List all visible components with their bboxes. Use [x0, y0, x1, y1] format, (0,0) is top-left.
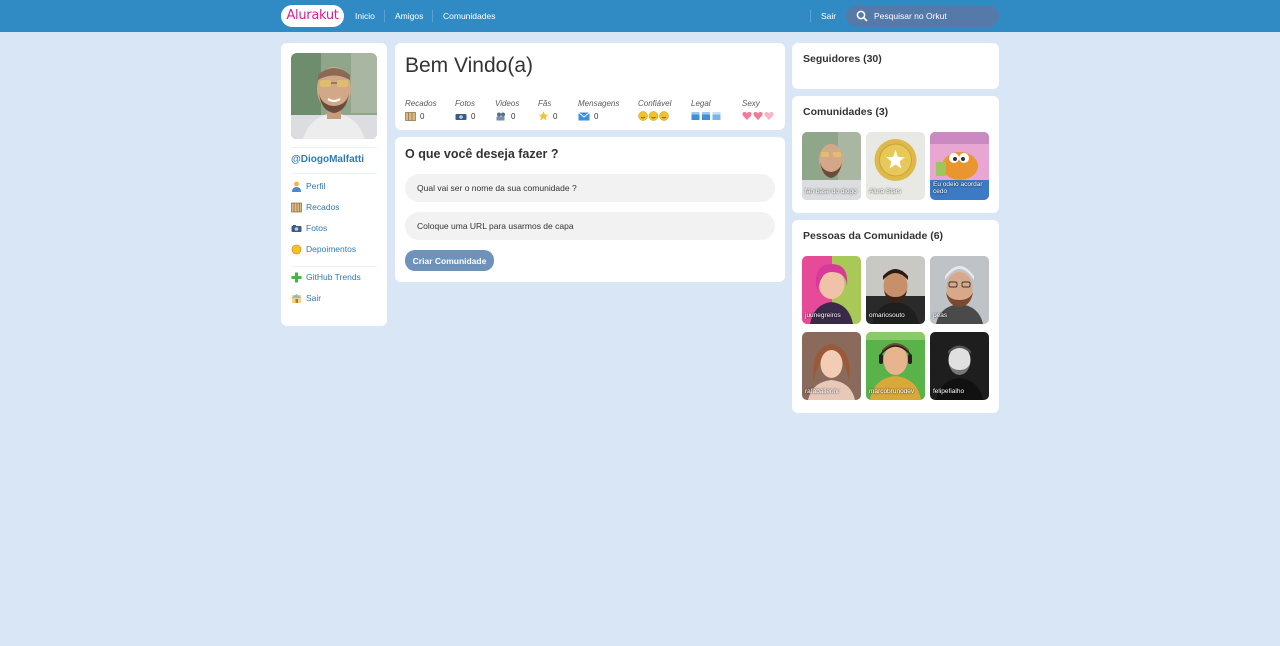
- stat-legal: Legal: [691, 99, 722, 121]
- search-icon: [856, 10, 868, 22]
- stat-label: Videos: [495, 99, 520, 108]
- community-name: fan base do diogo: [805, 188, 857, 195]
- camera-icon: [291, 223, 302, 234]
- logout-link[interactable]: Sair: [821, 0, 836, 32]
- top-bar: Alurakut Inicio Amigos Comunidades Sair …: [0, 0, 1280, 32]
- person-name: juunegreiros: [805, 312, 841, 319]
- user-icon: [291, 181, 302, 192]
- search-input[interactable]: Pesquisar no Orkut: [874, 5, 947, 27]
- person-card[interactable]: rafaballerini: [802, 332, 861, 400]
- sidebar-item-label: Sair: [306, 293, 322, 303]
- stat-videos: Videos 0: [495, 99, 519, 121]
- community-image-url-input[interactable]: [405, 212, 775, 240]
- stat-label: Confiável: [638, 99, 672, 108]
- star-icon: [538, 111, 549, 121]
- communities-title: Comunidades (3): [803, 106, 889, 118]
- person-card[interactable]: omariosouto: [866, 256, 925, 324]
- stat-value: 0: [511, 111, 516, 121]
- profile-sidebar: @DiogoMalfatti Perfil Recados Fotos Depo…: [281, 43, 387, 326]
- create-community-box: O que você deseja fazer ? Criar Comunida…: [395, 137, 785, 282]
- divider: [291, 147, 377, 148]
- stat-label: Sexy: [742, 99, 760, 108]
- stat-mensagens: Mensagens 0: [578, 99, 619, 121]
- search-bar[interactable]: Pesquisar no Orkut: [846, 5, 999, 27]
- community-name-input[interactable]: [405, 174, 775, 202]
- followers-box: Seguidores (30): [792, 43, 999, 89]
- community-name: Eu odeio acordar cedo: [933, 181, 983, 195]
- stat-sexy: Sexy: [742, 99, 775, 121]
- person-name: rafaballerini: [805, 388, 839, 395]
- followers-title: Seguidores (30): [803, 53, 882, 65]
- divider: [291, 173, 377, 174]
- stat-value: 0: [553, 111, 558, 121]
- book-icon: [405, 111, 416, 121]
- avatar[interactable]: [291, 53, 377, 139]
- divider: [291, 266, 377, 267]
- alurakut-logo[interactable]: Alurakut: [281, 5, 344, 27]
- nav-divider: [384, 10, 385, 22]
- nav-comunidades[interactable]: Comunidades: [443, 0, 495, 32]
- sidebar-item-label: Fotos: [306, 223, 328, 233]
- people-box: Pessoas da Comunidade (6) juunegreiros o…: [792, 220, 999, 413]
- stat-label: Recados: [405, 99, 437, 108]
- video-icon: [496, 112, 505, 120]
- nav-divider: [810, 10, 811, 22]
- sidebar-item-recados[interactable]: Recados: [291, 200, 340, 214]
- heart-icon: [742, 112, 774, 120]
- sidebar-item-depoimentos[interactable]: Depoimentos: [291, 242, 356, 256]
- communities-box: Comunidades (3) fan base do diogo Alura …: [792, 96, 999, 213]
- person-card[interactable]: felipefialho: [930, 332, 989, 400]
- people-title: Pessoas da Comunidade (6): [803, 230, 944, 242]
- stat-confiavel: Confiável: [638, 99, 671, 121]
- person-card[interactable]: peas: [930, 256, 989, 324]
- camera-icon: [455, 113, 467, 120]
- page-title: Bem Vindo(a): [405, 54, 534, 77]
- sidebar-item-perfil[interactable]: Perfil: [291, 179, 325, 193]
- sidebar-item-label: GitHub Trends: [306, 272, 361, 282]
- cube-icon: [691, 112, 721, 120]
- book-icon: [291, 202, 302, 213]
- smile-icon: [638, 111, 669, 121]
- profile-username-link[interactable]: @DiogoMalfatti: [291, 154, 364, 165]
- stat-label: Fotos: [455, 99, 476, 108]
- person-name: peas: [933, 312, 948, 319]
- stat-label: Mensagens: [578, 99, 620, 108]
- community-card[interactable]: fan base do diogo: [802, 132, 861, 200]
- stat-label: Fãs: [538, 99, 552, 108]
- nav-amigos[interactable]: Amigos: [395, 0, 423, 32]
- create-community-button[interactable]: Criar Comunidade: [405, 250, 494, 271]
- person-name: omariosouto: [869, 312, 905, 319]
- stat-recados: Recados 0: [405, 99, 437, 121]
- stat-value: 0: [471, 111, 476, 121]
- logout-icon: [291, 293, 302, 304]
- sidebar-item-github-trends[interactable]: GitHub Trends: [291, 270, 361, 284]
- stat-fas: Fãs 0: [538, 99, 557, 121]
- sidebar-item-sair[interactable]: Sair: [291, 291, 321, 305]
- welcome-box: Bem Vindo(a) Recados 0 Fotos 0 Videos 0 …: [395, 43, 785, 130]
- person-name: felipefialho: [933, 388, 965, 395]
- person-name: marcobrunodev: [869, 388, 915, 395]
- stat-value: 0: [420, 111, 425, 121]
- nav-divider: [432, 10, 433, 22]
- sidebar-item-label: Depoimentos: [306, 244, 357, 254]
- stat-label: Legal: [691, 99, 711, 108]
- community-name: Alura Stars: [869, 188, 902, 195]
- form-title: O que você deseja fazer ?: [405, 147, 559, 161]
- plus-icon: [291, 272, 302, 283]
- sidebar-item-label: Perfil: [306, 181, 326, 191]
- sun-icon: [291, 244, 302, 255]
- sidebar-item-label: Recados: [306, 202, 340, 212]
- stat-value: 0: [594, 111, 599, 121]
- community-card[interactable]: Alura Stars: [866, 132, 925, 200]
- stat-fotos: Fotos 0: [455, 99, 475, 121]
- nav-inicio[interactable]: Inicio: [355, 0, 375, 32]
- mail-icon: [578, 111, 590, 120]
- community-card[interactable]: Eu odeio acordar cedo: [930, 132, 989, 200]
- person-card[interactable]: marcobrunodev: [866, 332, 925, 400]
- person-card[interactable]: juunegreiros: [802, 256, 861, 324]
- sidebar-item-fotos[interactable]: Fotos: [291, 221, 327, 235]
